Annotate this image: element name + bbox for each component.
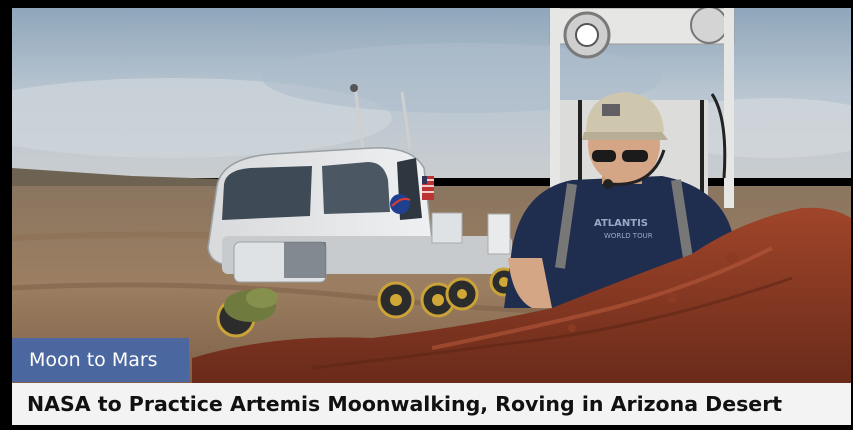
desert-rover-scene: ATLANTIS WORLD TOUR bbox=[12, 8, 851, 383]
svg-text:WORLD TOUR: WORLD TOUR bbox=[604, 232, 653, 240]
article-headline[interactable]: NASA to Practice Artemis Moonwalking, Ro… bbox=[27, 392, 782, 416]
headline-bar[interactable]: NASA to Practice Artemis Moonwalking, Ro… bbox=[12, 383, 851, 425]
article-card[interactable]: ATLANTIS WORLD TOUR Moon to Mars NASA to… bbox=[0, 0, 853, 430]
article-photo[interactable]: ATLANTIS WORLD TOUR bbox=[12, 8, 851, 383]
category-tag[interactable]: Moon to Mars bbox=[12, 338, 189, 382]
svg-text:ATLANTIS: ATLANTIS bbox=[594, 218, 648, 229]
